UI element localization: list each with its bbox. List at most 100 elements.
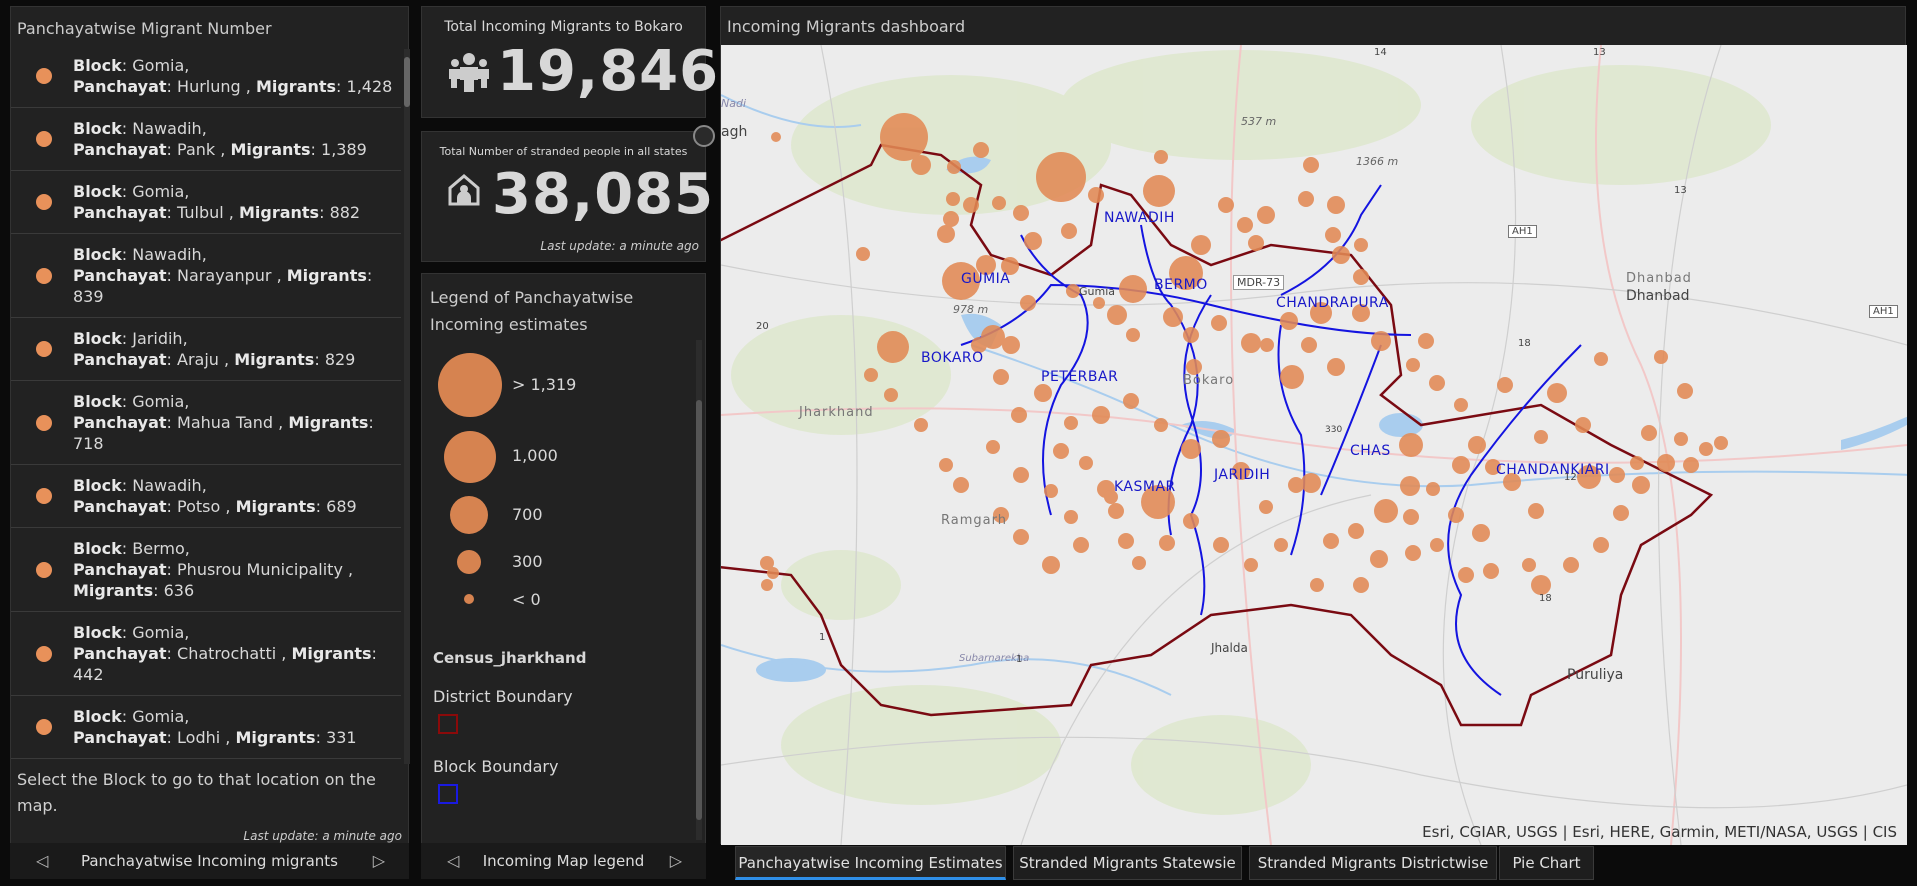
migrant-bubble[interactable] [1674,432,1688,446]
migrant-bubble[interactable] [1013,467,1029,483]
migrant-bubble[interactable] [1353,269,1369,285]
migrant-bubble[interactable] [1257,206,1275,224]
migrant-bubble[interactable] [1454,398,1468,412]
map-canvas[interactable] [721,45,1907,845]
migrant-bubble[interactable] [911,155,931,175]
tab-stranded-statewise[interactable]: Stranded Migrants Statewsie [1013,846,1242,880]
migrant-bubble[interactable] [993,369,1009,385]
list-item[interactable]: Block: Gomia, Panchayat: Chatrochatti , M… [11,612,401,696]
migrant-bubble[interactable] [1370,550,1388,568]
migrant-bubble[interactable] [946,192,960,206]
map-view[interactable]: NAWADIH GUMIA BERMO CHANDRAPURA BOKARO P… [721,45,1907,845]
migrant-bubble[interactable] [1042,556,1060,574]
migrant-bubble[interactable] [1126,328,1140,342]
migrant-bubble[interactable] [1531,575,1551,595]
migrant-bubble[interactable] [1327,358,1345,376]
migrant-bubble[interactable] [1418,333,1434,349]
list-item[interactable]: Block: Jaridih, Panchayat: Araju , Migran… [11,318,401,381]
migrant-bubble[interactable] [1323,533,1339,549]
migrant-bubble[interactable] [963,197,979,213]
migrant-bubble[interactable] [1303,157,1319,173]
list-item[interactable]: Block: Nawadih, Panchayat: Narayanpur , M… [11,234,401,318]
migrant-bubble[interactable] [1183,327,1199,343]
migrant-bubble[interactable] [1183,513,1199,529]
migrant-bubble[interactable] [1683,457,1699,473]
list-item[interactable]: Block: Gomia, Panchayat: Hurlung , Migran… [11,45,401,108]
migrant-bubble[interactable] [1118,533,1134,549]
list-item[interactable]: Block: Gomia, Panchayat: Tulbul , Migrant… [11,171,401,234]
migrant-bubble[interactable] [1108,503,1124,519]
migrant-bubble[interactable] [1159,535,1175,551]
migrant-bubble[interactable] [1218,197,1234,213]
migrant-bubble[interactable] [1013,205,1029,221]
list-item[interactable]: Block: Nawadih, Panchayat: Pank , Migrant… [11,108,401,171]
migrant-bubble[interactable] [1327,196,1345,214]
migrant-bubble[interactable] [1301,337,1317,353]
migrant-bubble[interactable] [1405,545,1421,561]
migrant-bubble[interactable] [1123,393,1139,409]
migrant-bubble[interactable] [1064,416,1078,430]
migrant-bubble[interactable] [864,368,878,382]
migrant-bubble[interactable] [1241,333,1261,353]
migrant-bubble[interactable] [1353,577,1369,593]
migrant-bubble[interactable] [1066,284,1080,298]
migrant-bubble[interactable] [1403,509,1419,525]
migrant-bubble[interactable] [1013,529,1029,545]
migrant-bubble[interactable] [1280,312,1298,330]
list-item[interactable]: Block: Gomia, Panchayat: Mahua Tand , Mig… [11,381,401,465]
migrant-bubble[interactable] [1119,275,1147,303]
migrant-bubble[interactable] [1400,476,1420,496]
migrant-bubble[interactable] [1288,477,1304,493]
migrant-bubble[interactable] [1399,433,1423,457]
migrant-bubble[interactable] [1280,365,1304,389]
migrant-bubble[interactable] [1563,557,1579,573]
migrant-bubble[interactable] [1088,187,1104,203]
migrant-bubble[interactable] [1613,505,1629,521]
migrant-bubble[interactable] [1426,482,1440,496]
migrant-bubble[interactable] [1593,537,1609,553]
migrant-bubble[interactable] [1374,499,1398,523]
migrant-bubble[interactable] [1641,425,1657,441]
migrant-bubble[interactable] [1452,456,1470,474]
migrant-bubble[interactable] [1522,558,1536,572]
migrant-bubble[interactable] [1154,150,1168,164]
migrant-bubble[interactable] [884,388,898,402]
migrant-bubble[interactable] [1181,439,1201,459]
migrant-bubble[interactable] [1657,454,1675,472]
tab-incoming-estimates[interactable]: Panchayatwise Incoming Estimates [735,846,1006,880]
migrant-bubble[interactable] [1406,358,1420,372]
list-item[interactable]: Block: Bermo, Panchayat: Phusrou Municipa… [11,528,401,612]
migrant-bubble[interactable] [1213,537,1229,553]
migrant-bubble[interactable] [1154,418,1168,432]
migrant-bubble[interactable] [1260,338,1274,352]
migrant-bubble[interactable] [1654,350,1668,364]
migrant-bubble[interactable] [1609,467,1625,483]
tab-pie-chart[interactable]: Pie Chart [1499,846,1594,880]
migrant-bubble[interactable] [973,142,989,158]
migrant-bubble[interactable] [1714,436,1728,450]
migrant-bubble[interactable] [1371,331,1391,351]
migrant-bubble[interactable] [1191,235,1211,255]
migrant-bubble[interactable] [1497,377,1513,393]
migrant-bubble[interactable] [1575,417,1591,433]
migrant-bubble[interactable] [1298,191,1314,207]
migrant-bubble[interactable] [1332,246,1350,264]
migrant-bubble[interactable] [1528,503,1544,519]
migrant-bubble[interactable] [1325,227,1341,243]
migrant-bubble[interactable] [1034,384,1052,402]
migrant-bubble[interactable] [1044,484,1058,498]
migrant-list[interactable]: Block: Gomia, Panchayat: Hurlung , Migran… [11,45,401,765]
migrant-bubble[interactable] [947,160,961,174]
migrant-bubble[interactable] [1092,406,1110,424]
migrant-bubble[interactable] [986,440,1000,454]
migrant-bubble[interactable] [1212,430,1230,448]
list-scrollbar[interactable] [404,49,410,764]
migrant-bubble[interactable] [1259,500,1273,514]
migrant-bubble[interactable] [1547,383,1567,403]
migrant-bubble[interactable] [1093,297,1105,309]
migrant-bubble[interactable] [767,567,779,579]
migrant-bubble[interactable] [1630,456,1644,470]
migrant-bubble[interactable] [939,458,953,472]
migrant-bubble[interactable] [1237,217,1253,233]
migrant-bubble[interactable] [1429,375,1445,391]
